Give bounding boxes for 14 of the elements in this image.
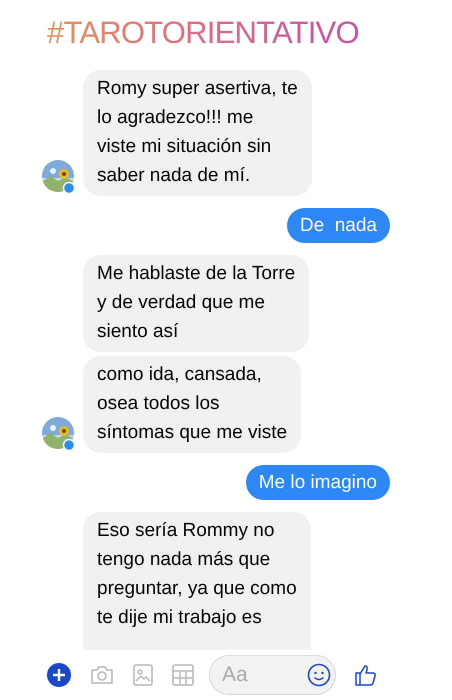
grid-icon[interactable] — [172, 664, 194, 686]
message-field[interactable]: Aa — [209, 655, 336, 695]
message-bubble: De nada — [286, 208, 390, 243]
message-bubble: Me hablaste de la Torre y de verdad que me siento así — [83, 255, 310, 352]
avatar[interactable] — [42, 160, 76, 194]
camera-icon[interactable] — [90, 665, 114, 685]
message-bubble: Me lo imagino — [246, 465, 390, 500]
image-icon[interactable] — [133, 664, 153, 686]
thumbs-up-icon[interactable] — [355, 664, 377, 686]
add-icon[interactable] — [47, 663, 71, 687]
smiley-icon[interactable] — [307, 663, 331, 687]
message-bubble: como ida, cansada, osea todos los síntomas que me viste — [83, 356, 302, 453]
avatar[interactable] — [42, 417, 76, 451]
message-bubble: Romy super asertiva, te lo agradezco!!! me viste mi situación sin saber nada de mí. — [83, 70, 312, 196]
